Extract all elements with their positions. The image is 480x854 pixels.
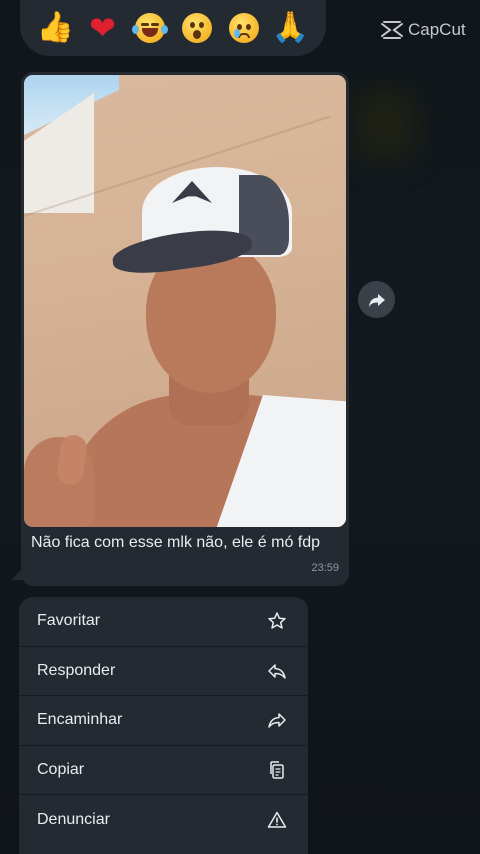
crying-face-icon (228, 13, 259, 43)
menu-item-favoritar[interactable]: Favoritar (19, 597, 308, 647)
capcut-watermark: CapCut (380, 20, 466, 40)
menu-item-encaminhar[interactable]: Encaminhar (19, 696, 308, 746)
message-timestamp: 23:59 (311, 562, 339, 574)
background-blur (355, 90, 415, 160)
laughing-face-icon (131, 13, 168, 43)
heart-reaction[interactable]: ❤ (84, 9, 122, 47)
thumbs-up-reaction[interactable]: 👍 (37, 9, 75, 47)
menu-item-label: Encaminhar (37, 711, 123, 729)
watermark-text: CapCut (408, 20, 466, 39)
forward-arrow-icon (368, 293, 385, 307)
praying-hands-reaction[interactable]: 🙏 (272, 9, 310, 47)
copy-icon (266, 759, 288, 781)
menu-item-denunciar[interactable]: Denunciar (19, 795, 308, 845)
star-icon (266, 610, 288, 632)
menu-item-label: Copiar (37, 760, 85, 778)
surprised-reaction[interactable] (178, 9, 216, 47)
quick-forward-button[interactable] (358, 281, 395, 318)
crying-reaction[interactable] (225, 9, 263, 47)
chat-screen: 👍 ❤ 🙏 CapCut Não fica com esse mlk não, … (0, 0, 480, 854)
menu-item-label: Responder (37, 661, 116, 679)
message-photo[interactable] (24, 75, 346, 527)
laughing-reaction[interactable] (131, 9, 169, 47)
forward-icon (266, 709, 288, 731)
reaction-bar: 👍 ❤ 🙏 (20, 0, 326, 56)
menu-item-responder[interactable]: Responder (19, 647, 308, 696)
message-bubble[interactable]: Não fica com esse mlk não, ele é mó fdp … (21, 72, 349, 586)
surprised-face-icon (181, 13, 212, 43)
menu-item-label: Denunciar (37, 810, 110, 828)
menu-item-copiar[interactable]: Copiar (19, 746, 308, 795)
reply-icon (266, 660, 288, 682)
message-caption: Não fica com esse mlk não, ele é mó fdp (31, 534, 321, 551)
capcut-logo-icon (381, 21, 403, 39)
warning-icon (266, 809, 288, 831)
message-context-menu: Favoritar Responder Encaminhar Copiar De… (19, 597, 308, 854)
menu-item-label: Favoritar (37, 612, 101, 630)
